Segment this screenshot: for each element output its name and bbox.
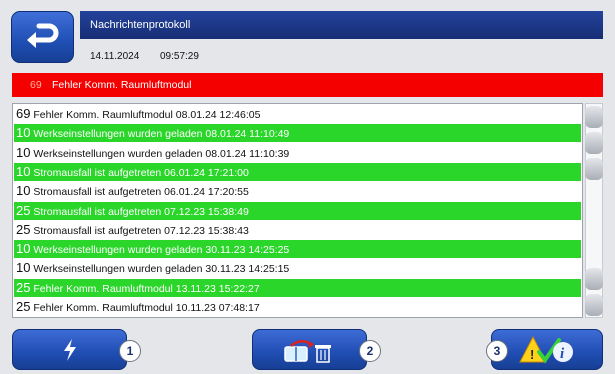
log-row[interactable]: 69 Fehler Komm. Raumluftmodul 08.01.24 1… <box>14 105 581 123</box>
log-row-code: 69 <box>16 106 31 121</box>
log-row[interactable]: 10 Werkseinstellungen wurden geladen 30.… <box>14 240 581 259</box>
log-row-text: Stromausfall ist aufgetreten 06.01.24 17… <box>33 186 249 199</box>
badge-3: 3 <box>486 340 508 362</box>
log-row[interactable]: 10 Stromausfall ist aufgetreten 06.01.24… <box>14 182 581 201</box>
log-row[interactable]: 10 Werkseinstellungen wurden geladen 08.… <box>14 124 581 143</box>
log-row-code: 25 <box>16 299 31 314</box>
log-row-code: 25 <box>16 279 31 295</box>
badge-1: 1 <box>119 340 141 362</box>
log-row[interactable]: 25 Stromausfall ist aufgetreten 07.12.23… <box>14 220 581 239</box>
log-row-text: Fehler Komm. Raumluftmodul 08.01.24 12:4… <box>33 109 261 121</box>
protocol-button[interactable] <box>252 329 367 370</box>
log-row-text: Werkseinstellungen wurden geladen 08.01.… <box>33 128 290 141</box>
log-row-text: Stromausfall ist aufgetreten 07.12.23 15… <box>33 224 249 237</box>
log-row[interactable]: 25 Fehler Komm. Raumluftmodul 10.11.23 0… <box>14 298 581 316</box>
log-row[interactable]: 10 Werkseinstellungen wurden geladen 30.… <box>14 259 581 278</box>
page-title: Nachrichtenprotokoll <box>80 11 603 39</box>
lightning-icon <box>63 338 76 361</box>
message-log-list[interactable]: 69 Fehler Komm. Raumluftmodul 08.01.24 1… <box>12 103 583 318</box>
log-row-code: 10 <box>16 183 31 199</box>
scroll-page-up-button[interactable] <box>585 158 603 180</box>
log-row[interactable]: 25 Fehler Komm. Raumluftmodul 13.11.23 1… <box>14 278 581 297</box>
log-row-text: Fehler Komm. Raumluftmodul 13.11.23 15:2… <box>33 282 260 295</box>
date-display: 14.11.2024 <box>90 51 140 62</box>
warning-check-info-icon: ! i <box>519 335 573 363</box>
badge-2: 2 <box>359 340 381 362</box>
log-row-code: 10 <box>16 241 31 257</box>
svg-text:!: ! <box>530 347 534 362</box>
log-row-code: 10 <box>16 144 31 160</box>
log-row[interactable]: 25 Stromausfall ist aufgetreten 07.12.23… <box>14 201 581 220</box>
log-row-text: Werkseinstellungen wurden geladen 30.11.… <box>33 263 290 276</box>
scroll-up-button[interactable] <box>585 132 603 154</box>
time-display: 09:57:29 <box>160 51 199 62</box>
log-row-text: Werkseinstellungen wurden geladen 08.01.… <box>33 147 290 160</box>
log-row-text: Stromausfall ist aufgetreten 07.12.23 15… <box>33 205 249 218</box>
back-button[interactable] <box>11 11 74 63</box>
active-error-code: 69 <box>30 79 42 91</box>
return-arrow-icon <box>26 23 58 48</box>
log-row-code: 25 <box>16 202 31 218</box>
log-row-text: Werkseinstellungen wurden geladen 30.11.… <box>33 244 290 257</box>
log-row-code: 10 <box>16 163 31 179</box>
log-row-code: 25 <box>16 221 31 237</box>
log-row-text: Fehler Komm. Raumluftmodul 10.11.23 07:4… <box>33 302 260 314</box>
log-row-code: 10 <box>16 260 31 276</box>
active-error-text: Fehler Komm. Raumluftmodul <box>52 79 192 91</box>
scroll-top-button[interactable] <box>585 106 603 128</box>
scroll-page-down-button[interactable] <box>585 268 603 290</box>
log-row[interactable]: 10 Stromausfall ist aufgetreten 06.01.24… <box>14 162 581 181</box>
log-row-text: Stromausfall ist aufgetreten 06.01.24 17… <box>33 166 249 179</box>
log-row-code: 10 <box>16 125 31 141</box>
scroll-down-button[interactable] <box>585 294 603 316</box>
lightning-button[interactable] <box>12 329 127 370</box>
book-trash-icon <box>283 339 331 363</box>
active-error-banner: 69 Fehler Komm. Raumluftmodul <box>12 73 603 97</box>
log-row[interactable]: 10 Werkseinstellungen wurden geladen 08.… <box>14 143 581 162</box>
